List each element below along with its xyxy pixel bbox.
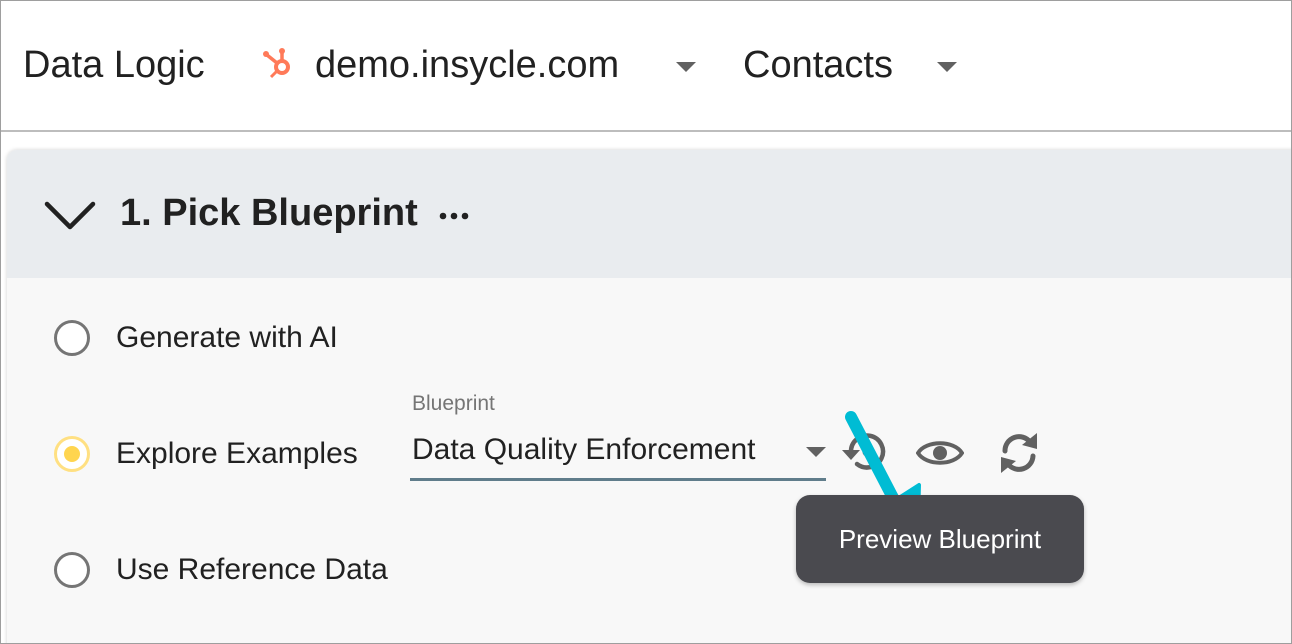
chevron-down-icon[interactable] [676,62,696,72]
top-bar: Data Logic demo.insycle.com Contacts [1,1,1291,132]
blueprint-field-label: Blueprint [412,392,495,415]
radio-label[interactable]: Generate with AI [116,321,338,355]
pick-blueprint-card: 1. Pick Blueprint Generate with AI Explo… [7,150,1291,643]
preview-tooltip: Preview Blueprint [796,495,1084,583]
more-horizontal-icon[interactable] [439,212,469,220]
account-selector[interactable]: demo.insycle.com [315,44,619,87]
chevron-down-icon[interactable] [937,62,957,72]
blueprint-select[interactable]: Data Quality Enforcement [412,433,756,467]
hubspot-icon [263,48,290,79]
section-header[interactable]: 1. Pick Blueprint [7,150,1291,278]
radio-label[interactable]: Use Reference Data [116,553,388,587]
app-title: Data Logic [23,44,205,86]
radio-use-reference-data[interactable] [54,552,90,588]
chevron-down-icon[interactable] [806,447,826,457]
select-underline [410,478,826,481]
section-title: 1. Pick Blueprint [120,192,418,234]
radio-explore-examples[interactable] [54,436,90,472]
object-selector[interactable]: Contacts [743,44,893,87]
radio-generate-with-ai[interactable] [54,320,90,356]
app-window: Data Logic demo.insycle.com Contacts 1. … [0,0,1292,644]
tooltip-text: Preview Blueprint [838,523,1042,554]
refresh-icon[interactable] [997,431,1041,475]
radio-label[interactable]: Explore Examples [116,437,358,471]
chevron-down-icon[interactable] [43,196,97,234]
